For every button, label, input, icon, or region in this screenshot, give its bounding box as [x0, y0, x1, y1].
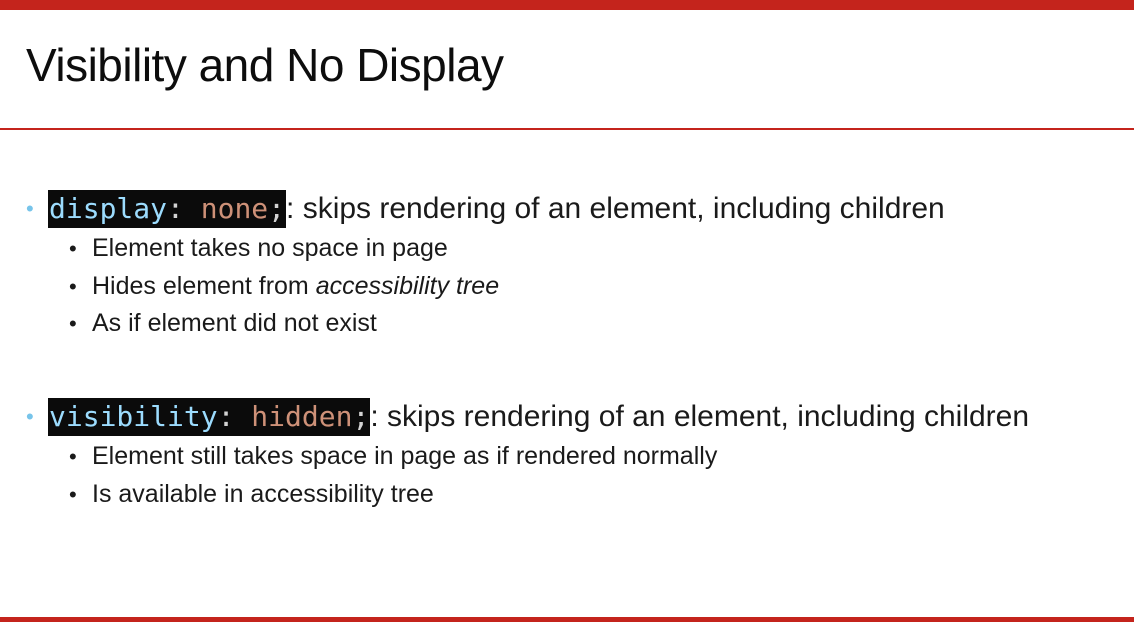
- code-property: visibility: [49, 400, 218, 433]
- section-display-none: • display: none;: skips rendering of an e…: [26, 190, 1106, 343]
- sub-bullet-item: • Element takes no space in page: [69, 230, 1134, 268]
- bullet-dot-icon: •: [69, 311, 77, 336]
- main-bullet-display-none: • display: none;: skips rendering of an e…: [26, 190, 1106, 228]
- code-snippet-visibility-hidden: visibility: hidden;: [48, 398, 371, 436]
- main-bullet-description: : skips rendering of an element, includi…: [286, 192, 945, 225]
- sub-bullet-text: Element still takes space in page as if …: [92, 442, 718, 470]
- slide-title: Visibility and No Display: [26, 39, 504, 91]
- code-semicolon: ;: [352, 400, 370, 433]
- bullet-dot-icon: •: [26, 404, 34, 429]
- sub-bullet-text: Hides element from: [92, 271, 316, 300]
- section-visibility-hidden: • visibility: hidden;: skips rendering of…: [26, 398, 1106, 513]
- sub-bullet-item: • Element still takes space in page as if…: [69, 438, 1134, 476]
- sub-bullet-item: • As if element did not exist: [69, 305, 1134, 343]
- title-divider: [0, 128, 1134, 130]
- top-accent-bar: [0, 0, 1134, 10]
- code-semicolon: ;: [268, 192, 286, 225]
- sub-bullet-text: As if element did not exist: [92, 309, 377, 337]
- sub-bullet-item: • Is available in accessibility tree: [69, 476, 1134, 514]
- code-value: none: [200, 192, 269, 225]
- main-bullet-description: : skips rendering of an element, includi…: [370, 400, 1030, 433]
- main-bullet-visibility-hidden: • visibility: hidden;: skips rendering of…: [26, 398, 1106, 436]
- code-colon: :: [217, 400, 235, 433]
- bottom-accent-bar: [0, 617, 1134, 622]
- bullet-dot-icon: •: [69, 481, 77, 507]
- code-colon: :: [167, 192, 184, 225]
- sub-bullet-text: Is available in accessibility tree: [92, 479, 434, 508]
- code-snippet-display-none: display: none;: [48, 190, 287, 228]
- bullet-dot-icon: •: [69, 444, 77, 469]
- sub-bullet-text: Element takes no space in page: [92, 234, 448, 262]
- code-value: hidden: [251, 400, 353, 433]
- sub-bullet-item: • Hides element from accessibility tree: [69, 268, 1134, 306]
- sub-bullet-list: • Element takes no space in page • Hides e…: [69, 230, 1134, 343]
- bullet-dot-icon: •: [69, 236, 77, 261]
- bullet-dot-icon: •: [26, 196, 34, 221]
- sub-bullet-list: • Element still takes space in page as if…: [69, 438, 1134, 513]
- code-property: display: [49, 192, 168, 225]
- emphasized-term: accessibility tree: [315, 271, 500, 300]
- bullet-dot-icon: •: [69, 273, 77, 299]
